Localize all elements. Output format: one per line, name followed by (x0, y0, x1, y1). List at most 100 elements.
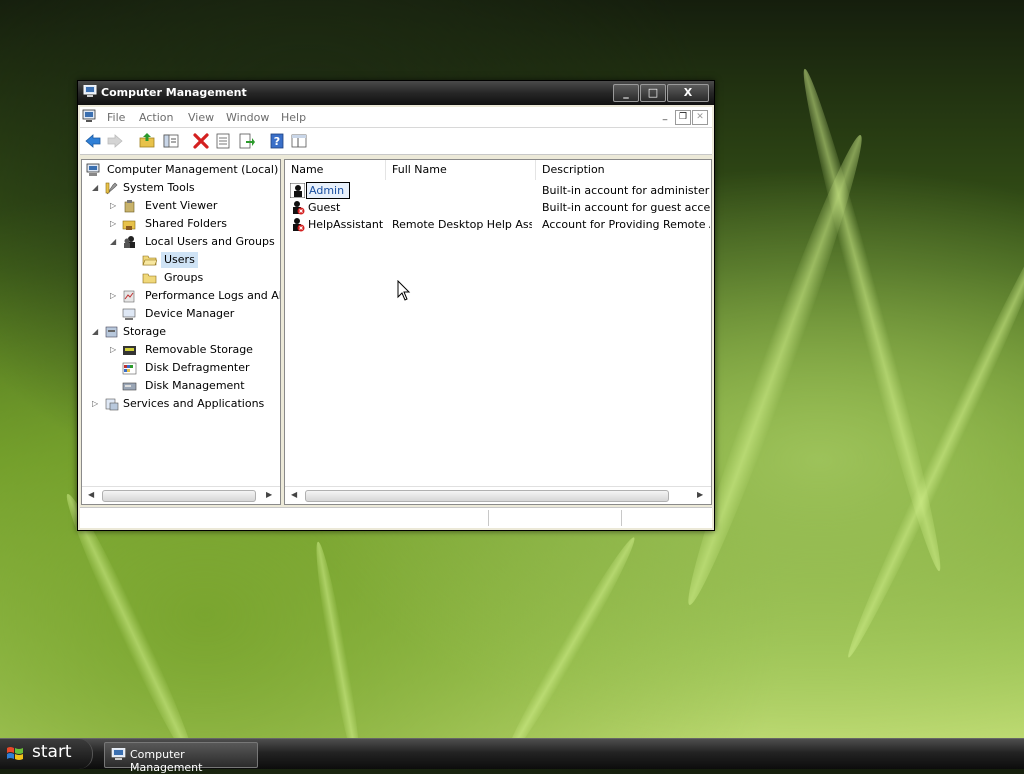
back-arrow-icon[interactable] (84, 132, 102, 150)
full-name-cell: Remote Desktop Help Assis... (392, 218, 532, 231)
system-tools-icon (105, 182, 118, 195)
status-divider (621, 510, 622, 526)
user-icon (290, 183, 305, 198)
tree-label: Users (161, 252, 198, 268)
description-cell: Built-in account for administering t (542, 184, 710, 197)
taskbar-item-label: Computer Management (130, 748, 203, 774)
tree-label: Services and Applications (123, 397, 265, 410)
scroll-right-arrow-icon[interactable]: ▶ (697, 490, 703, 499)
description-cell: Account for Providing Remote Assis (542, 218, 710, 231)
expand-arrow-icon[interactable]: ▷ (92, 400, 100, 408)
console-tree-icon[interactable] (290, 132, 308, 150)
expand-arrow-icon[interactable]: ▷ (110, 202, 118, 210)
console-tree[interactable]: Computer Management (Local) ◢ System Too… (81, 159, 281, 505)
tree-label: Computer Management (Local) (107, 163, 279, 176)
forward-arrow-icon[interactable] (106, 132, 124, 150)
computer-management-window: Computer Management _ □ X File Action Vi… (77, 80, 715, 531)
tree-label: Device Manager (145, 307, 235, 320)
collapse-arrow-icon[interactable]: ◢ (110, 238, 118, 246)
mdi-close-button[interactable]: ✕ (692, 110, 708, 125)
tree-label: Disk Management (145, 379, 245, 392)
tree-label: Groups (164, 271, 204, 284)
menu-bar: File Action View Window Help _ ❐ ✕ (80, 107, 712, 128)
expand-arrow-icon[interactable]: ▷ (110, 292, 118, 300)
column-header-description[interactable]: Description (536, 160, 711, 180)
windows-logo-icon (7, 747, 23, 760)
tree-label: Shared Folders (145, 217, 227, 230)
disabled-user-icon (293, 218, 305, 232)
help-icon[interactable]: ? (268, 132, 286, 150)
title-bar[interactable]: Computer Management _ □ X (78, 81, 714, 105)
user-name-cell: HelpAssistant (308, 218, 384, 231)
folder-icon (142, 273, 157, 284)
maximize-button[interactable]: □ (640, 84, 666, 102)
table-row[interactable]: Admin Built-in account for administering… (285, 182, 711, 199)
folder-open-icon (142, 255, 157, 266)
expand-arrow-icon[interactable]: ▷ (110, 346, 118, 354)
computer-management-icon (86, 163, 100, 176)
window-title: Computer Management (101, 86, 247, 99)
table-row[interactable]: HelpAssistant Remote Desktop Help Assis.… (285, 216, 711, 233)
event-viewer-icon (124, 200, 135, 213)
menu-help[interactable]: Help (281, 111, 306, 124)
tree-label: Event Viewer (145, 199, 218, 212)
menu-file[interactable]: File (107, 111, 125, 124)
description-cell: Built-in account for guest access to (542, 201, 710, 214)
storage-icon (105, 326, 118, 338)
scrollbar-thumb[interactable] (102, 490, 256, 502)
user-name-cell: Admin (306, 182, 350, 199)
minimize-button[interactable]: _ (613, 84, 639, 102)
scrollbar-thumb[interactable] (305, 490, 669, 502)
tree-label: Performance Logs and Alert (145, 289, 281, 302)
collapse-arrow-icon[interactable]: ◢ (92, 328, 100, 336)
menu-action[interactable]: Action (139, 111, 173, 124)
mouse-pointer-icon (397, 280, 411, 301)
svg-text:?: ? (274, 135, 280, 148)
status-bar (80, 507, 712, 528)
tree-label: Removable Storage (145, 343, 253, 356)
tree-label: System Tools (123, 181, 195, 194)
close-button[interactable]: X (667, 84, 709, 102)
show-hide-tree-icon[interactable] (162, 132, 180, 150)
start-button[interactable]: start (0, 739, 93, 769)
scroll-right-arrow-icon[interactable]: ▶ (266, 490, 272, 499)
start-label: start (32, 742, 72, 762)
device-manager-icon (122, 308, 136, 320)
expand-arrow-icon[interactable]: ▷ (110, 220, 118, 228)
local-users-groups-icon (124, 236, 135, 248)
taskbar: start Computer Management (0, 738, 1024, 774)
console-icon[interactable] (82, 109, 96, 123)
toolbar: ? (80, 128, 712, 155)
tree-horizontal-scrollbar[interactable]: ◀ ▶ (82, 486, 280, 504)
column-header-full-name[interactable]: Full Name (386, 160, 536, 180)
properties-icon[interactable] (214, 132, 232, 150)
up-folder-icon[interactable] (138, 132, 156, 150)
performance-logs-icon (123, 290, 135, 303)
status-divider (488, 510, 489, 526)
computer-icon (111, 748, 126, 760)
mdi-minimize-button[interactable]: _ (658, 110, 672, 123)
disk-management-icon (122, 382, 137, 391)
tree-label: Storage (123, 325, 167, 338)
user-name-cell: Guest (308, 201, 341, 214)
list-horizontal-scrollbar[interactable]: ◀ ▶ (285, 486, 711, 504)
menu-view[interactable]: View (188, 111, 214, 124)
scroll-left-arrow-icon[interactable]: ◀ (88, 490, 94, 499)
mdi-restore-button[interactable]: ❐ (675, 110, 691, 125)
column-header-name[interactable]: Name (285, 160, 386, 180)
scroll-left-arrow-icon[interactable]: ◀ (291, 490, 297, 499)
services-applications-icon (105, 398, 119, 411)
menu-window[interactable]: Window (226, 111, 269, 124)
taskbar-item-computer-management[interactable]: Computer Management (104, 742, 258, 774)
delete-icon[interactable] (192, 132, 210, 150)
collapse-arrow-icon[interactable]: ◢ (92, 184, 100, 192)
details-list[interactable]: Name Full Name Description Admin Built-i… (284, 159, 712, 505)
export-list-icon[interactable] (238, 132, 256, 150)
disk-defragmenter-icon (122, 362, 137, 375)
tree-label: Disk Defragmenter (145, 361, 250, 374)
shared-folders-icon (122, 220, 136, 230)
table-row[interactable]: Guest Built-in account for guest access … (285, 199, 711, 216)
computer-icon (83, 85, 97, 97)
removable-storage-icon (123, 346, 136, 355)
tree-label: Local Users and Groups (145, 235, 275, 248)
